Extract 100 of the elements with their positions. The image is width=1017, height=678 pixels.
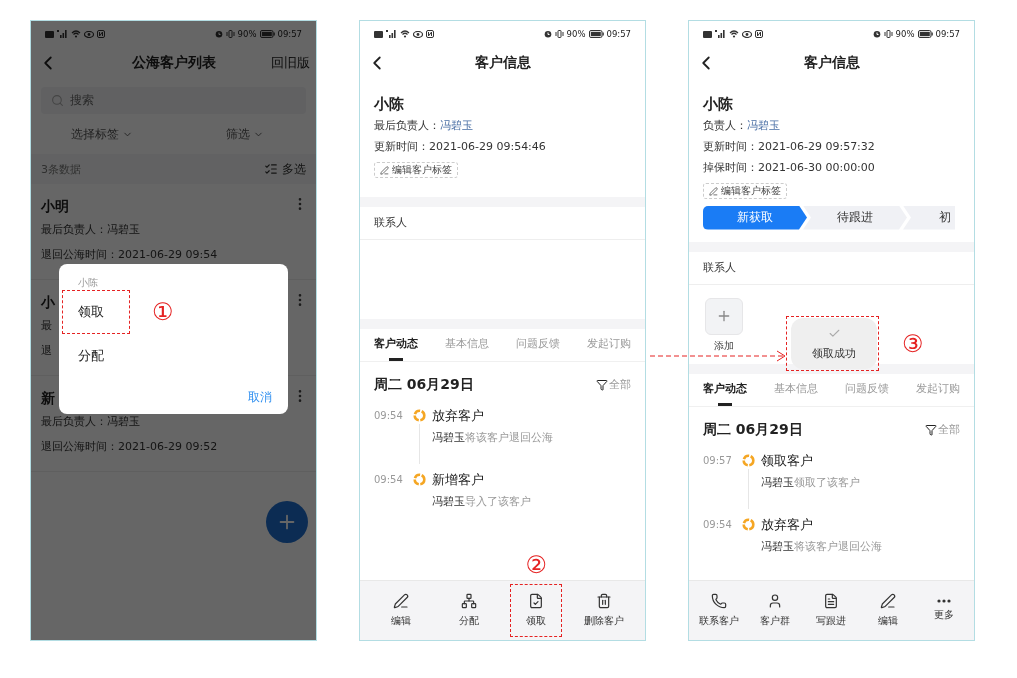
battery-percent: 90% bbox=[895, 29, 915, 39]
event-title: 放弃客户 bbox=[432, 406, 485, 425]
wifi-icon bbox=[400, 30, 410, 38]
customer-name: 小 bbox=[41, 293, 55, 312]
status-time: 09:57 bbox=[606, 29, 631, 39]
action-button[interactable]: 更多 bbox=[917, 584, 970, 637]
field-value: 2021-06-29 09:57:32 bbox=[758, 139, 875, 155]
tab[interactable]: 客户动态 bbox=[702, 373, 747, 406]
tab[interactable]: 基本信息 bbox=[773, 373, 818, 406]
cycle-icon bbox=[412, 472, 426, 486]
dialog-option[interactable]: 分配 bbox=[62, 334, 130, 378]
pen-icon bbox=[393, 593, 410, 609]
event-title: 新增客户 bbox=[432, 470, 485, 489]
battery-percent: 90% bbox=[566, 29, 586, 39]
eye-icon bbox=[742, 30, 752, 38]
cycle-icon bbox=[741, 453, 755, 467]
filter-icon bbox=[925, 423, 937, 436]
multi-select-button[interactable]: 多选 bbox=[264, 160, 306, 178]
action-button[interactable]: 分配 bbox=[442, 584, 495, 637]
vibrate-icon bbox=[225, 30, 235, 38]
status-time: 09:57 bbox=[935, 29, 960, 39]
stage-step[interactable]: 初 bbox=[903, 205, 955, 230]
customer-name: 新 bbox=[41, 389, 55, 408]
action-button[interactable]: 联系客户 bbox=[693, 584, 746, 637]
field-value: 2021-06-30 00:00:00 bbox=[758, 160, 875, 176]
eye-icon bbox=[84, 30, 94, 38]
battery-icon bbox=[259, 30, 275, 38]
field-value: 2021-06-29 09:54:46 bbox=[429, 139, 546, 155]
plus-icon bbox=[716, 308, 732, 324]
document-check-icon bbox=[528, 593, 545, 609]
filter-icon bbox=[596, 378, 608, 391]
tab[interactable]: 问题反馈 bbox=[516, 328, 561, 361]
tab[interactable]: 客户动态 bbox=[373, 328, 418, 361]
event-title: 领取客户 bbox=[761, 451, 814, 470]
add-button[interactable] bbox=[266, 501, 308, 543]
tab[interactable]: 发起订购 bbox=[916, 373, 961, 406]
timeline-date: 周二 06月29日 bbox=[703, 420, 803, 439]
phone-icon bbox=[711, 593, 728, 609]
section-title: 联系人 bbox=[374, 215, 407, 230]
battery-icon bbox=[917, 30, 933, 38]
stage-step[interactable]: 待跟进 bbox=[803, 205, 907, 230]
sim-icon bbox=[703, 30, 712, 38]
add-contact-button[interactable] bbox=[705, 297, 743, 335]
filter-dropdown[interactable]: 选择标签 bbox=[31, 126, 174, 142]
action-button[interactable]: 写跟进 bbox=[805, 584, 858, 637]
field-label: 掉保时间： bbox=[703, 160, 758, 176]
edit-tags-button[interactable]: 编辑客户标签 bbox=[703, 183, 787, 199]
event-description: 冯碧玉导入了该客户 bbox=[432, 493, 532, 510]
hierarchy-icon bbox=[460, 593, 477, 609]
step-marker: ① bbox=[152, 300, 174, 324]
customer-detail: 最 bbox=[41, 318, 52, 334]
search-icon bbox=[51, 94, 64, 107]
pen-icon bbox=[879, 593, 896, 609]
tab[interactable]: 问题反馈 bbox=[845, 373, 890, 406]
wifi-icon bbox=[71, 30, 81, 38]
owner-link[interactable]: 冯碧玉 bbox=[440, 115, 473, 136]
filter-button[interactable]: 全部 bbox=[925, 422, 960, 437]
field-label: 负责人： bbox=[703, 118, 747, 134]
more-icon bbox=[936, 599, 951, 603]
eye-icon bbox=[413, 30, 423, 38]
filter-dropdown[interactable]: 筛选 bbox=[173, 126, 316, 142]
dialog-option[interactable]: 领取 bbox=[62, 290, 130, 334]
customer-name: 小陈 bbox=[703, 94, 734, 115]
action-button[interactable]: 删除客户 bbox=[577, 584, 630, 637]
document-icon bbox=[823, 593, 840, 609]
owner-link[interactable]: 冯碧玉 bbox=[747, 115, 780, 136]
add-label: 添加 bbox=[714, 338, 734, 353]
vibrate-icon bbox=[883, 30, 893, 38]
event-description: 冯碧玉领取了该客户 bbox=[761, 474, 861, 491]
battery-percent: 90% bbox=[237, 29, 257, 39]
event-time: 09:54 bbox=[374, 472, 404, 487]
old-version-link[interactable]: 回旧版 bbox=[271, 54, 310, 72]
timeline-date: 周二 06月29日 bbox=[374, 375, 474, 394]
customer-detail: 退回公海时间：2021-06-29 09:52 bbox=[41, 439, 218, 455]
tab[interactable]: 发起订购 bbox=[587, 328, 632, 361]
pen-icon bbox=[709, 186, 718, 196]
vibrate-icon bbox=[554, 30, 564, 38]
stage-step[interactable]: 新获取 bbox=[703, 205, 807, 230]
customer-detail: 退回公海时间：2021-06-29 09:54 bbox=[41, 247, 218, 263]
action-button[interactable]: 编辑 bbox=[375, 584, 428, 637]
cycle-icon bbox=[412, 408, 426, 422]
nfc-icon bbox=[755, 30, 763, 38]
sim-icon bbox=[374, 30, 383, 38]
signal-icon bbox=[57, 30, 68, 38]
tab[interactable]: 基本信息 bbox=[444, 328, 489, 361]
page-title: 公海客户列表 bbox=[130, 54, 217, 72]
customer-detail: 最后负责人：冯碧玉 bbox=[41, 222, 140, 238]
edit-tags-button[interactable]: 编辑客户标签 bbox=[374, 162, 458, 178]
action-button[interactable]: 客户群 bbox=[749, 584, 802, 637]
wifi-icon bbox=[729, 30, 739, 38]
event-time: 09:54 bbox=[703, 517, 733, 532]
event-description: 冯碧玉将该客户退回公海 bbox=[761, 538, 883, 555]
filter-button[interactable]: 全部 bbox=[596, 377, 631, 392]
page-title: 客户信息 bbox=[473, 54, 532, 72]
cancel-button[interactable]: 取消 bbox=[248, 386, 272, 409]
trash-icon bbox=[595, 593, 612, 609]
sim-icon bbox=[45, 30, 54, 38]
page-title: 客户信息 bbox=[802, 54, 861, 72]
event-time: 09:54 bbox=[374, 408, 404, 423]
action-button[interactable]: 编辑 bbox=[861, 584, 914, 637]
